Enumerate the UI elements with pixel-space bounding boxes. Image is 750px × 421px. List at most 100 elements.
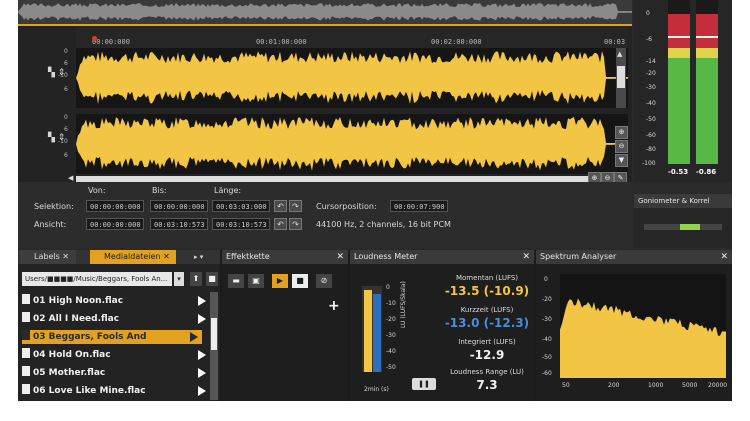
meter-scale-label: 0 [646,10,650,17]
meter-scale-label: -60 [646,132,656,139]
view-end-field[interactable]: 00:03:10:573 [150,218,208,230]
cursor-position-field[interactable]: 00:00:07:900 [390,200,448,212]
waveform-track-right[interactable] [76,114,628,174]
scroll-up-icon[interactable]: ▲ [617,50,625,58]
meter-scale-label: -50 [646,116,656,123]
scroll-down-icon[interactable]: ▼ [615,154,628,167]
list-item[interactable]: 04 Hold On.flac [22,348,210,362]
meter-right-green-level [696,58,718,164]
selection-end-field[interactable]: 00:00:00:000 [150,200,208,212]
loudness-meter-header: Loudness Meter ✕ [350,250,534,264]
stop-icon[interactable]: ■ [292,274,308,288]
list-item[interactable]: 01 High Noon.flac [22,294,210,308]
loudness-reset-button[interactable]: ❚❚ [412,378,436,390]
goniometer-title: Goniometer & Korrel [638,197,710,205]
arrow-right-icon[interactable] [198,296,206,306]
spectrum-x-tick: 50 [562,382,570,389]
spectrum-y-tick: -60 [542,370,552,377]
plus-icon[interactable]: + [328,298,340,314]
meter-right-peak-hold [696,36,718,38]
goniometer-header: Goniometer & Korrel [634,194,732,208]
track-scale-label: 6 [64,152,68,159]
timeline-tick: 00:03 [604,38,626,46]
arrow-right-icon[interactable] [198,386,206,396]
save-icon[interactable]: ■ [206,272,218,286]
list-item-selected[interactable]: 03 Beggars, Fools And Thieves.flac [22,330,202,344]
loudness-scale-label: -20 [386,316,396,323]
tab-media-files-label: Medialdateien [104,252,161,261]
save-icon[interactable]: ▣ [248,274,264,288]
close-icon[interactable]: ✕ [336,250,344,264]
list-item[interactable]: 06 Love Like Mine.flac [22,384,210,398]
zoom-out-icon[interactable]: ⊖ [615,140,628,153]
tab-labels-label: Labels [34,252,60,261]
tab-media-files[interactable]: Medialdateien ✕ [90,250,176,264]
list-item[interactable]: 02 All I Need.flac [22,312,210,326]
spectrum-y-tick: -20 [542,296,552,303]
spectrum-graphic [560,298,726,378]
tab-labels[interactable]: Labels ✕ [20,250,76,264]
spectrum-x-tick: 5000 [682,382,698,389]
redo-icon[interactable]: ↷ [289,200,302,212]
undo-icon[interactable]: ↶ [274,218,287,230]
arrow-right-icon[interactable] [190,332,198,342]
track-scale-label: 6 [64,60,68,67]
chevron-down-icon[interactable]: ▾ [174,272,184,286]
level-meters: 0 -6 -14 -20 -30 -40 -50 -60 -80 -100 -0… [634,0,732,182]
path-dropdown-value: Users/■■■■/Music/Beggars, Fools An... [25,275,168,283]
file-list-scrollbar[interactable] [210,292,218,400]
timeline-ruler[interactable]: 00:00:000 00:01:00:000 00:02:00:000 00:0… [76,26,628,48]
correlation-bar [644,224,722,230]
meter-left-peak-hold [668,36,690,38]
arrow-right-icon[interactable] [198,368,206,378]
loudness-scale-label: -40 [386,348,396,355]
selection-length-field[interactable]: 00:03:03:000 [212,200,270,212]
waveform-editor[interactable]: 00:00:000 00:01:00:000 00:02:00:000 00:0… [18,26,632,185]
track-scale-label: -10 [58,138,68,145]
momentan-label: Momentan (LUFS) [455,274,519,282]
scrollbar-thumb[interactable] [211,318,217,350]
playhead-marker[interactable] [92,36,97,41]
close-icon[interactable]: ✕ [163,252,170,261]
correlation-level [680,224,700,230]
track-scale-label: -10 [58,72,68,79]
meter-scale-label: -14 [646,58,656,65]
timeline-tick: 00:00:000 [92,38,130,46]
close-icon[interactable]: ✕ [522,250,530,264]
folder-up-icon[interactable]: ⬆ [190,272,202,286]
spectrum-analyser-title: Spektrum Analyser [540,252,617,261]
zoom-in-icon[interactable]: ⊕ [615,126,628,139]
view-length-field[interactable]: 00:03:10:573 [212,218,270,230]
folder-icon[interactable]: ▬ [228,274,244,288]
view-start-field[interactable]: 00:00:00:000 [86,218,144,230]
meter-right-yellow-zone [696,48,718,58]
meter-left-green-level [668,58,690,164]
effects-chain-header: Effektkette ✕ [222,250,348,264]
path-dropdown[interactable]: Users/■■■■/Music/Beggars, Fools An... [22,272,172,286]
effects-chain-title: Effektkette [226,252,270,261]
selection-start-field[interactable]: 00:00:00:000 [86,200,144,212]
kurzzeit-label: Kurzzeit (LUFS) [460,306,514,314]
undo-icon[interactable]: ↶ [274,200,287,212]
cursor-position-label: Cursorposition: [316,202,377,211]
scrollbar-thumb[interactable] [617,66,625,88]
tab-overflow-icon[interactable]: ▸ ▾ [194,250,218,264]
close-icon[interactable]: ✕ [62,252,69,261]
file-name: 02 All I Need.flac [33,314,120,324]
play-icon[interactable]: ▶ [272,274,288,288]
close-icon[interactable]: ✕ [720,250,728,264]
overview-waveform[interactable] [18,0,632,26]
file-name: 04 Hold On.flac [33,350,111,360]
arrow-right-icon[interactable] [198,314,206,324]
file-name: 01 High Noon.flac [33,296,124,306]
waveform-track-left[interactable] [76,48,628,108]
timeline-tick: 00:02:00:000 [431,38,482,46]
redo-icon[interactable]: ↷ [289,218,302,230]
settings-icon[interactable]: ⊘ [316,274,332,288]
arrow-right-icon[interactable] [198,350,206,360]
column-von-label: Von: [88,186,106,195]
vertical-scrollbar-track1[interactable]: ▲ [616,48,626,108]
list-item[interactable]: 05 Mother.flac [22,366,210,380]
spectrum-plot-area [560,274,726,378]
column-laenge-label: Länge: [214,186,242,195]
